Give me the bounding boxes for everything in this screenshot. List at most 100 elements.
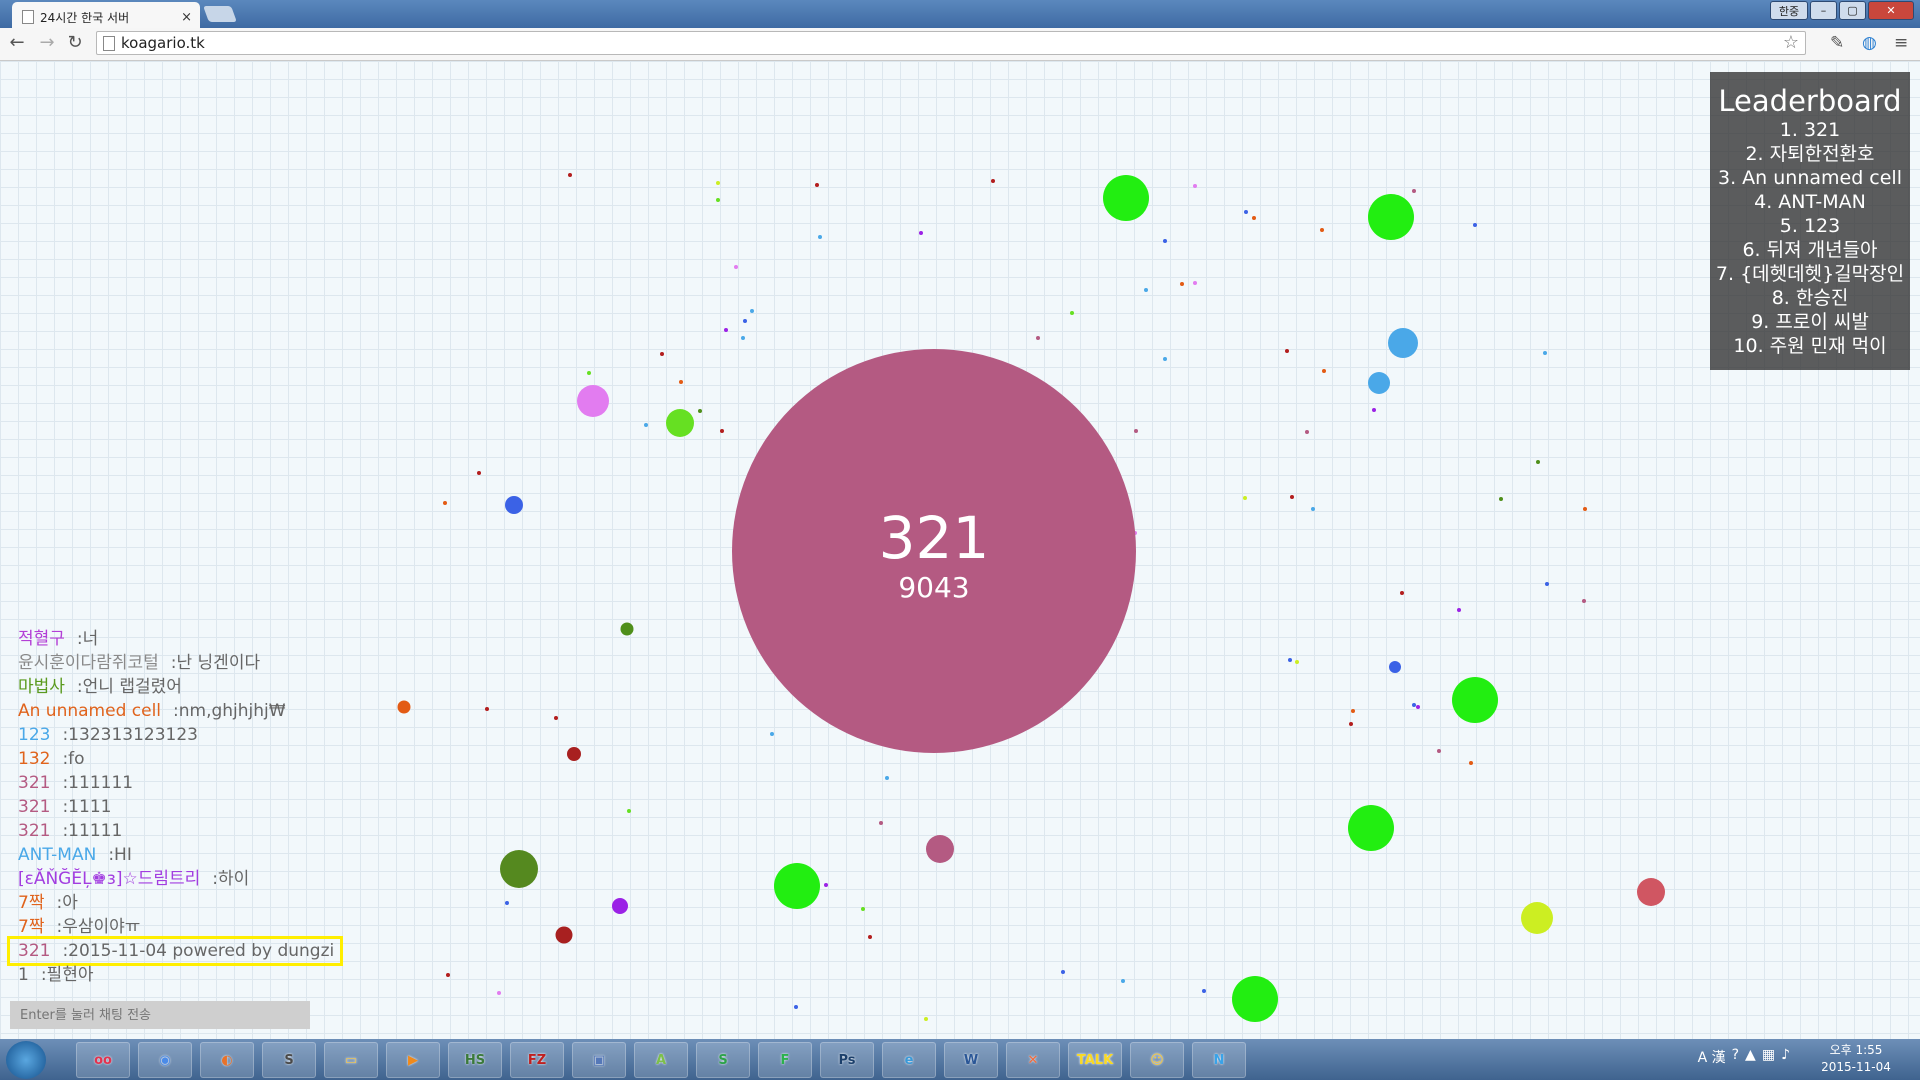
taskbar-filezilla-icon[interactable]: FZ: [510, 1042, 564, 1078]
leaderboard-entry: 2. 자퇴한전환호: [1745, 143, 1875, 165]
chat-text: :언니 랩걸렸어: [76, 677, 182, 697]
chat-message: 123 :132313123123: [18, 723, 340, 747]
taskbar-naver-icon[interactable]: N: [1192, 1042, 1246, 1078]
food-pellet: [818, 235, 822, 239]
close-window-button[interactable]: ✕: [1868, 1, 1914, 20]
chat-text: :132313123123: [62, 725, 198, 745]
taskbar-explorer-icon[interactable]: ▭: [324, 1042, 378, 1078]
chat-sender: 윤시훈이다람쥐코털: [18, 653, 159, 673]
food-pellet: [991, 179, 995, 183]
maximize-button[interactable]: ▢: [1839, 1, 1866, 20]
food-pellet: [1061, 970, 1065, 974]
enemy-cell: [926, 835, 954, 863]
back-icon[interactable]: ←: [6, 32, 28, 53]
menu-icon[interactable]: ≡: [1894, 33, 1908, 53]
food-pellet: [1416, 705, 1420, 709]
browser-tab[interactable]: 24시간 한국 서버 ×: [12, 2, 200, 28]
food-pellet: [477, 471, 481, 475]
help-icon[interactable]: ?: [1732, 1047, 1739, 1067]
extension-icon[interactable]: ✎: [1830, 33, 1844, 53]
chat-text: :우삼이야ㅠ: [56, 917, 141, 937]
food-pellet: [679, 380, 683, 384]
taskbar-photoshop-icon[interactable]: Ps: [820, 1042, 874, 1078]
reload-icon[interactable]: ↻: [64, 32, 86, 53]
page-icon: [103, 36, 115, 51]
food-pellet: [1243, 496, 1247, 500]
address-bar[interactable]: koagario.tk ☆: [96, 31, 1806, 55]
food-pellet: [750, 309, 754, 313]
chat-sender: 321: [18, 797, 51, 817]
food-pellet: [1437, 749, 1441, 753]
enemy-cell: [1368, 372, 1390, 394]
forward-icon[interactable]: →: [36, 32, 58, 53]
close-tab-icon[interactable]: ×: [181, 10, 192, 25]
start-button[interactable]: [6, 1041, 46, 1079]
minimize-button[interactable]: –: [1810, 1, 1837, 20]
chat-sender: 321: [18, 773, 51, 793]
food-pellet: [861, 907, 865, 911]
chat-sender: 7짝: [18, 893, 45, 913]
tab-title: 24시간 한국 서버: [40, 10, 130, 25]
taskbar-sublime-icon[interactable]: S: [262, 1042, 316, 1078]
food-pellet: [716, 181, 720, 185]
player-mass: 9043: [898, 571, 970, 604]
leaderboard-title: Leaderboard: [1718, 84, 1902, 118]
food-pellet: [1305, 430, 1309, 434]
clock[interactable]: 오후 1:55 2015-11-04: [1808, 1042, 1904, 1076]
system-tray: A 漢 ? ▲ ▦ ♪: [1698, 1047, 1790, 1067]
leaderboard-entry: 10. 주원 민재 먹이: [1733, 335, 1887, 357]
chat-sender: 321: [18, 821, 51, 841]
ime-indicator[interactable]: A 漢: [1698, 1047, 1726, 1067]
enemy-cell: [1452, 677, 1498, 723]
food-pellet: [1290, 495, 1294, 499]
leaderboard-entry: 3. An unnamed cell: [1717, 167, 1902, 189]
leaderboard: Leaderboard 1. 321 2. 자퇴한전환호 3. An unnamed…: [1710, 72, 1910, 370]
taskbar-chrome-icon[interactable]: ◉: [138, 1042, 192, 1078]
chat-message: [εĂŇĞĔĻ♚з]☆드림트리:하이: [18, 867, 340, 891]
food-pellet: [1320, 228, 1324, 232]
taskbar-android-studio-icon[interactable]: A: [634, 1042, 688, 1078]
chat-text: :1111: [62, 797, 112, 817]
ime-language-button[interactable]: 한중: [1770, 1, 1808, 20]
taskbar-messenger-icon[interactable]: ☺: [1130, 1042, 1184, 1078]
network-icon[interactable]: ▦: [1762, 1047, 1775, 1067]
food-pellet: [1311, 507, 1315, 511]
food-pellet: [1412, 189, 1416, 193]
enemy-cell: [1103, 175, 1149, 221]
taskbar-heidisql-icon[interactable]: HS: [448, 1042, 502, 1078]
food-pellet: [1070, 311, 1074, 315]
food-pellet: [1285, 349, 1289, 353]
taskbar-ocam-icon[interactable]: oo: [76, 1042, 130, 1078]
chat-text: :난 닝겐이다: [170, 653, 261, 673]
chat-sender: 123: [18, 725, 51, 745]
taskbar-xampp-icon[interactable]: ✕: [1006, 1042, 1060, 1078]
taskbar-virtualbox-icon[interactable]: ▣: [572, 1042, 626, 1078]
volume-icon[interactable]: ♪: [1781, 1047, 1790, 1067]
taskbar-firefox-icon[interactable]: ◐: [200, 1042, 254, 1078]
food-pellet: [1193, 281, 1197, 285]
food-pellet: [1163, 239, 1167, 243]
new-tab-button[interactable]: [203, 6, 237, 22]
taskbar-mediaplayer-icon[interactable]: ▶: [386, 1042, 440, 1078]
bookmark-star-icon[interactable]: ☆: [1783, 32, 1799, 53]
leaderboard-entry: 8. 한승진: [1771, 287, 1849, 309]
enemy-cell: [1388, 328, 1418, 358]
food-pellet: [724, 328, 728, 332]
globe-extension-icon[interactable]: ◍: [1862, 33, 1877, 53]
url-text: koagario.tk: [121, 34, 205, 52]
chat-text: :하이: [212, 869, 250, 889]
chat-input[interactable]: [10, 1001, 310, 1029]
taskbar-kakaotalk-icon[interactable]: TALK: [1068, 1042, 1122, 1078]
food-pellet: [443, 501, 447, 505]
chat-log: 적혈구:너 윤시훈이다람쥐코털:난 닝겐이다 마법사:언니 랩걸렸어 An unnam…: [6, 627, 344, 987]
tray-expand-icon[interactable]: ▲: [1745, 1047, 1756, 1067]
enemy-cell: [1348, 805, 1394, 851]
taskbar-feedly-icon[interactable]: F: [758, 1042, 812, 1078]
food-pellet: [885, 776, 889, 780]
taskbar-word-icon[interactable]: W: [944, 1042, 998, 1078]
taskbar-slides-icon[interactable]: S: [696, 1042, 750, 1078]
game-canvas[interactable]: 321 9043 Leaderboard 1. 321 2. 자퇴한전환호 3. A…: [0, 61, 1920, 1039]
chat-message: 7짝:아: [18, 891, 340, 915]
taskbar-ie-icon[interactable]: e: [882, 1042, 936, 1078]
food-pellet: [1144, 288, 1148, 292]
